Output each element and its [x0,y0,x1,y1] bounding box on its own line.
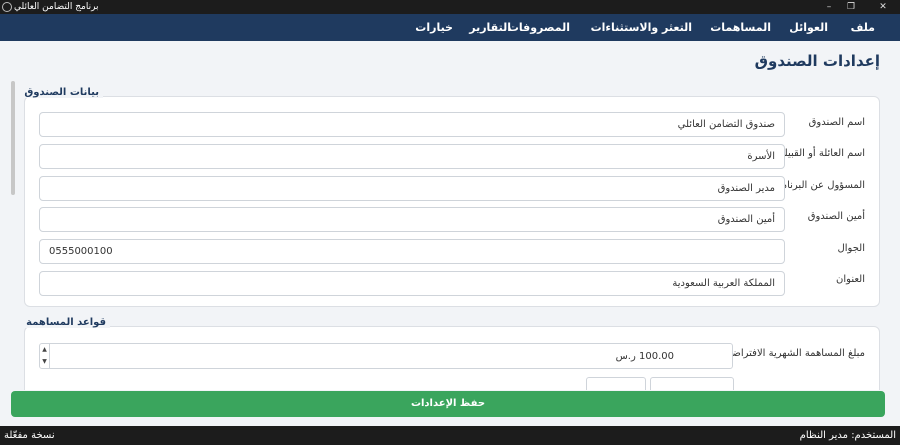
spin-down-icon[interactable]: ▼ [40,356,50,368]
fund-info-group: بيانات الصندوق اسم الصندوق صندوق التضامن… [20,87,880,307]
close-icon[interactable]: ✕ [868,0,898,14]
menu-bar: ملف العوائل المساهمات التعثر والاستثناءا… [0,14,900,41]
menu-defaults-exceptions[interactable]: التعثر والاستثناءات [591,14,692,41]
title-bar: برنامج التضامن العائلي – ❐ ✕ [0,0,900,14]
monthly-amount-spinbox[interactable]: ▲ ▼ 100.00 ر.س [39,343,733,369]
spin-up-icon[interactable]: ▲ [40,344,50,356]
menu-file[interactable]: ملف [851,14,875,41]
menu-reports[interactable]: التقارير [469,14,511,41]
maximize-icon[interactable]: ❐ [836,0,866,14]
scrollbar[interactable] [11,81,15,195]
menu-options[interactable]: خيارات [415,14,453,41]
app-icon [2,2,12,12]
menu-families[interactable]: العوائل [789,14,828,41]
current-user: المستخدم: مدير النظام [799,430,896,441]
mobile-field[interactable]: 0555000100 [39,239,785,264]
save-settings-button[interactable]: حفظ الإعدادات [11,391,885,417]
window-title: برنامج التضامن العائلي [14,2,99,12]
monthly-amount-value: 100.00 ر.س [615,351,674,362]
status-bar: نسخة مفعّلة المستخدم: مدير النظام [0,426,900,445]
main-content: إعدادات الصندوق بيانات الصندوق اسم الصند… [0,41,900,390]
address-field[interactable]: المملكة العربية السعودية [39,271,785,296]
menu-expenses[interactable]: المصروفات [508,14,570,41]
partial-field-right[interactable] [650,377,734,390]
menu-contributions[interactable]: المساهمات [710,14,771,41]
page-title: إعدادات الصندوق [754,52,880,70]
contribution-rules-group: قواعد المساهمة مبلغ المساهمة الشهرية الا… [22,317,880,390]
program-manager-field[interactable]: مدير الصندوق [39,176,785,201]
fund-info-title: بيانات الصندوق [20,87,103,98]
partial-field-left[interactable] [586,377,646,390]
contribution-rules-title: قواعد المساهمة [22,317,110,328]
family-name-field[interactable]: الأسرة [39,144,785,169]
treasurer-field[interactable]: أمين الصندوق [39,207,785,232]
fund-name-field[interactable]: صندوق التضامن العائلي [39,112,785,137]
copy-status: نسخة مفعّلة [4,430,55,441]
